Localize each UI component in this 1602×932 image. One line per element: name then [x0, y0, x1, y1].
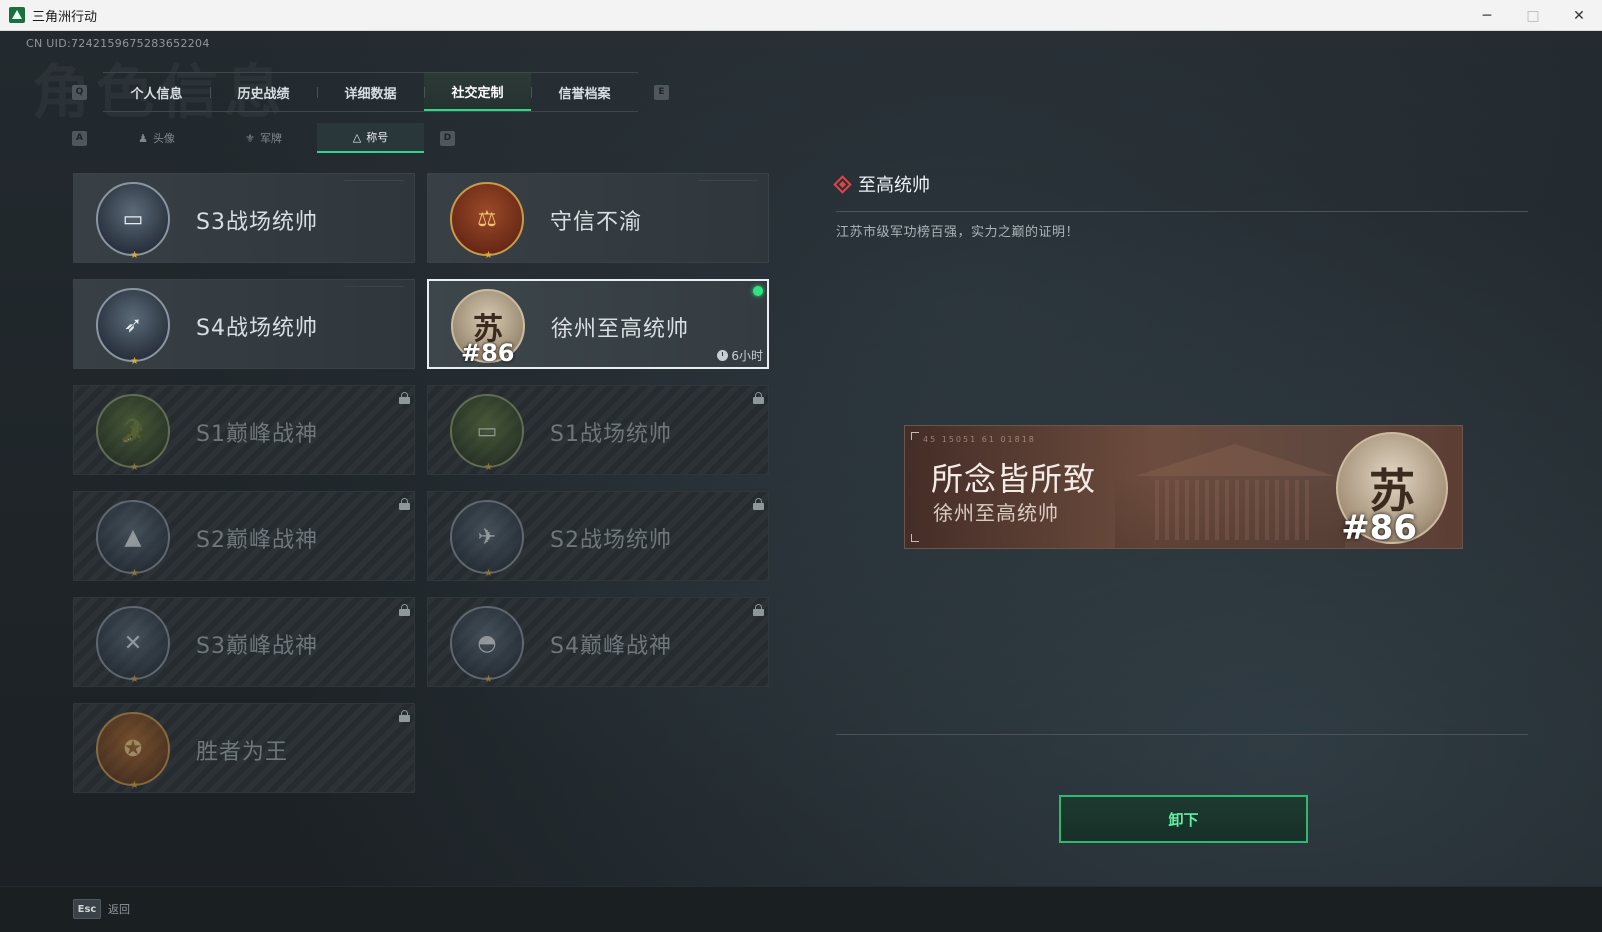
tank-emblem-icon: ▭ ★	[96, 182, 170, 261]
lock-icon	[753, 604, 764, 616]
detail-title: 至高统帅	[858, 175, 930, 196]
card-deco-line	[344, 180, 404, 181]
rank-number: #86	[461, 339, 515, 367]
unequip-button[interactable]: 卸下	[1059, 795, 1308, 843]
diamond-icon	[833, 174, 852, 194]
equipped-indicator	[753, 286, 763, 296]
clock-icon	[717, 350, 729, 361]
title-card-label: S4巅峰战神	[550, 634, 672, 659]
title-card-label: S3战场统帅	[196, 210, 318, 235]
tank-emblem-icon: ▭ ★	[450, 394, 524, 473]
divider	[836, 211, 1528, 212]
title-card[interactable]: ▭ ★ S3战场统帅	[73, 173, 415, 263]
person-icon: ♟	[138, 131, 148, 145]
subtab-avatar-label: 头像	[152, 132, 175, 145]
corner-bracket	[911, 534, 919, 542]
title-card[interactable]: ◓ ★ S4巅峰战神	[427, 597, 769, 687]
sub-tabs: A ♟ 头像 ⚜ 军牌 △ 称号 D	[72, 123, 455, 153]
title-card-selected[interactable]: 苏 #86 徐州至高统帅 6小时	[427, 279, 769, 369]
pyramid-emblem-icon: ▲ ★	[96, 500, 170, 579]
tab-social-custom[interactable]: 社交定制	[424, 73, 531, 111]
subtab-title-label: 称号	[366, 131, 389, 144]
title-card[interactable]: ✕ ★ S3巅峰战神	[73, 597, 415, 687]
temple-illustration	[1115, 434, 1345, 548]
title-card[interactable]: ⚖ ★ 守信不渝	[427, 173, 769, 263]
title-card-label: S2战场统帅	[550, 528, 672, 553]
banner-code: 45 15051 61 01818	[923, 435, 1036, 444]
window-titlebar: 三角洲行动 ─ □ ✕	[0, 0, 1602, 31]
medal-emblem-icon: ✪ ★	[96, 712, 170, 791]
title-timer: 6小时	[717, 347, 763, 364]
app-logo-icon	[9, 7, 25, 23]
minimize-button[interactable]: ─	[1464, 0, 1510, 31]
corner-bracket	[911, 432, 919, 440]
esc-key: Esc	[73, 899, 101, 919]
scales-emblem-icon: ⚖ ★	[450, 182, 524, 261]
title-card[interactable]: ✈ ★ S2战场统帅	[427, 491, 769, 581]
title-card-label: S4战场统帅	[196, 316, 318, 341]
title-card-label: 徐州至高统帅	[551, 317, 690, 342]
back-label: 返回	[108, 903, 130, 916]
lock-icon	[399, 498, 410, 510]
main-tabs: Q 个人信息 历史战绩 详细数据 社交定制 信誉档案 E	[72, 72, 669, 112]
badge-icon: ⚜	[245, 131, 255, 145]
subtab-dogtag-label: 军牌	[259, 132, 282, 145]
window-controls: ─ □ ✕	[1464, 0, 1602, 31]
back-button[interactable]: Esc 返回	[73, 899, 130, 919]
title-card[interactable]: ➶ ★ S4战场统帅	[73, 279, 415, 369]
globe-emblem-icon: ✕ ★	[96, 606, 170, 685]
next-subtab-key[interactable]: D	[440, 130, 455, 146]
divider	[836, 734, 1528, 735]
close-button[interactable]: ✕	[1556, 0, 1602, 31]
title-card-label: S3巅峰战神	[196, 634, 318, 659]
subtab-title[interactable]: △ 称号	[317, 123, 424, 153]
title-card-label: 守信不渝	[550, 210, 643, 235]
banner-rank: #86	[1341, 508, 1417, 548]
lock-icon	[399, 604, 410, 616]
missile-emblem-icon: ➶ ★	[96, 288, 170, 367]
next-tab-key[interactable]: E	[654, 84, 669, 100]
tab-match-history[interactable]: 历史战绩	[210, 73, 317, 111]
title-card[interactable]: ✪ ★ 胜者为王	[73, 703, 415, 793]
prev-subtab-key[interactable]: A	[72, 130, 87, 146]
timer-text: 6小时	[731, 349, 763, 363]
title-icon: △	[352, 130, 362, 144]
title-card-label: S2巅峰战神	[196, 528, 318, 553]
title-card-label: 胜者为王	[196, 740, 289, 765]
helmet-emblem-icon: ◓ ★	[450, 606, 524, 685]
banner-sub-text: 徐州至高统帅	[933, 501, 1059, 525]
card-deco-line	[344, 286, 404, 287]
maximize-button[interactable]: □	[1510, 0, 1556, 31]
lock-icon	[753, 392, 764, 404]
user-uid: CN UID:7242159675283652204	[26, 37, 210, 50]
lock-icon	[753, 498, 764, 510]
prev-tab-key[interactable]: Q	[72, 84, 87, 100]
crocodile-emblem-icon: 🐊 ★	[96, 394, 170, 473]
main-stage: 角色信息 CN UID:7242159675283652204 Q 个人信息 历…	[0, 31, 1602, 932]
title-card[interactable]: ▲ ★ S2巅峰战神	[73, 491, 415, 581]
banner-main-text: 所念皆所致	[931, 460, 1097, 498]
footer-bar: Esc 返回	[0, 886, 1602, 932]
title-banner-preview: 45 15051 61 01818 所念皆所致 徐州至高统帅 苏 #86	[904, 425, 1463, 549]
tab-detailed-data[interactable]: 详细数据	[317, 73, 424, 111]
subtab-avatar[interactable]: ♟ 头像	[103, 123, 210, 153]
tab-personal-info[interactable]: 个人信息	[103, 73, 210, 111]
title-card[interactable]: 🐊 ★ S1巅峰战神	[73, 385, 415, 475]
title-card-label: S1巅峰战神	[196, 422, 318, 447]
lock-icon	[399, 392, 410, 404]
title-card[interactable]: ▭ ★ S1战场统帅	[427, 385, 769, 475]
detail-header: 至高统帅	[833, 171, 930, 197]
window-title: 三角洲行动	[32, 9, 98, 25]
title-card-label: S1战场统帅	[550, 422, 672, 447]
tab-credit-record[interactable]: 信誉档案	[531, 73, 638, 111]
subtab-dogtag[interactable]: ⚜ 军牌	[210, 123, 317, 153]
lock-icon	[399, 710, 410, 722]
detail-description: 江苏市级军功榜百强，实力之巅的证明！	[836, 225, 1080, 240]
card-deco-line	[698, 180, 758, 181]
helicopter-emblem-icon: ✈ ★	[450, 500, 524, 579]
